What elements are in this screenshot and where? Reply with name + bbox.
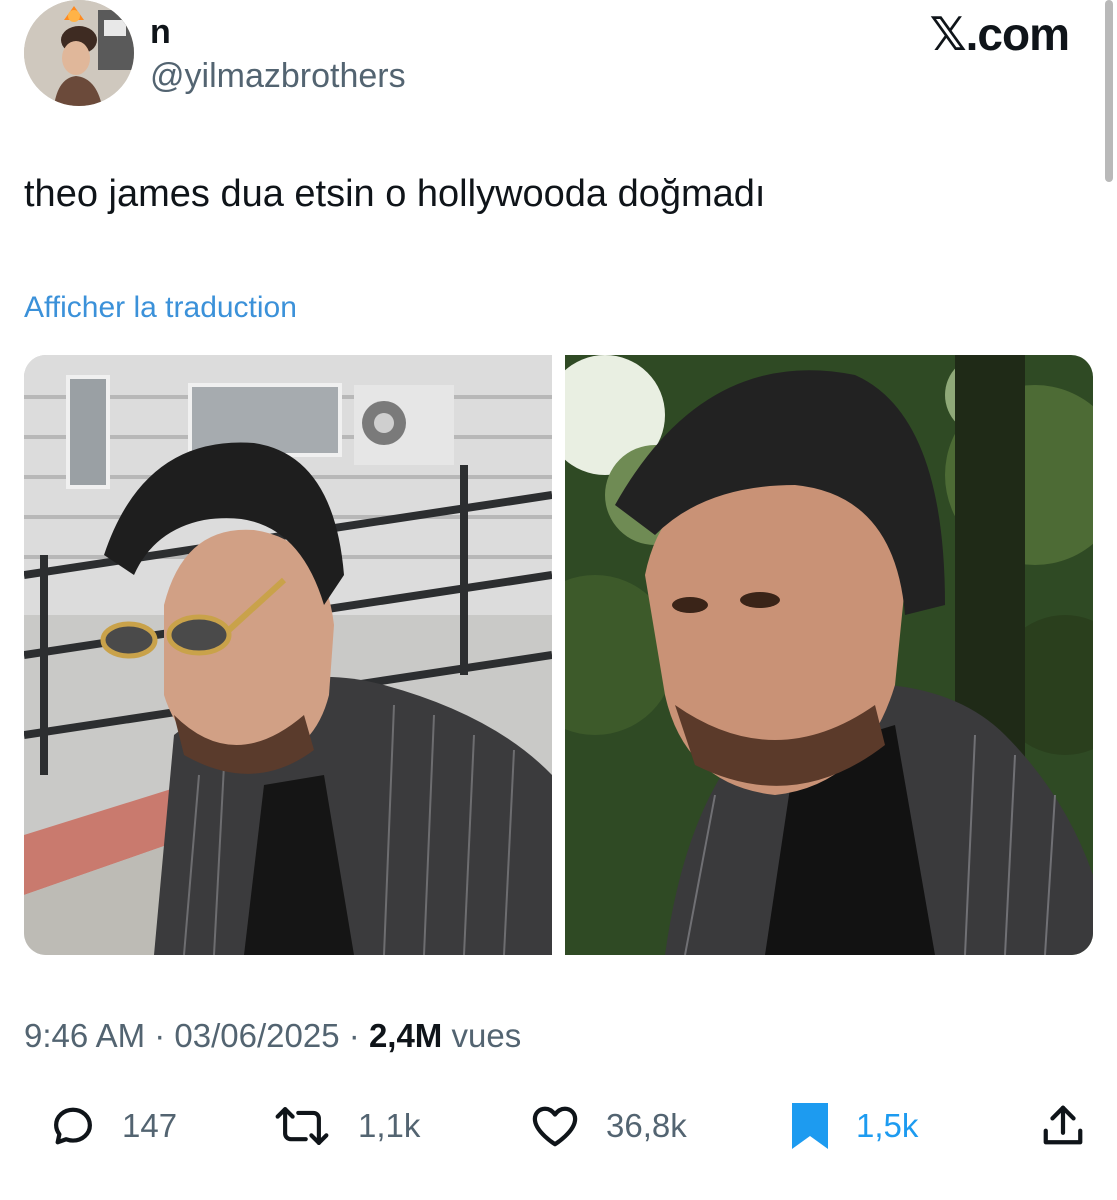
like-count: 36,8k	[606, 1107, 687, 1144]
views-label: vues	[451, 1017, 522, 1054]
scrollbar[interactable]	[1105, 0, 1113, 182]
reply-icon	[54, 1107, 92, 1145]
share-button[interactable]	[1040, 1098, 1086, 1154]
x-logo: 𝕏.com	[929, 8, 1070, 60]
tweet-photo-1[interactable]	[24, 355, 552, 955]
tweet-photo-2[interactable]	[565, 355, 1093, 955]
repost-button[interactable]: 1,1k	[272, 1098, 420, 1154]
tweet-meta: 9:46 AM · 03/06/2025 · 2,4M vues	[24, 1014, 521, 1058]
bookmark-count: 1,5k	[856, 1107, 919, 1144]
avatar-image	[24, 0, 134, 106]
user-handle[interactable]: @yilmazbrothers	[150, 56, 406, 96]
translate-link[interactable]: Afficher la traduction	[24, 290, 297, 326]
repost-count: 1,1k	[358, 1107, 421, 1144]
bookmark-icon	[792, 1103, 828, 1149]
photo-1-image	[24, 355, 552, 955]
reply-button[interactable]: 147	[50, 1098, 177, 1154]
action-bar: 147 1,1k 36,8k 1,5k	[0, 1092, 1117, 1162]
repost-icon	[275, 1107, 329, 1145]
display-name[interactable]: n	[150, 12, 171, 52]
heart-icon	[532, 1106, 578, 1147]
avatar[interactable]	[24, 0, 134, 106]
meta-separator: ·	[154, 1017, 166, 1054]
tweet-text: theo james dua etsin o hollywooda doğmad…	[24, 173, 766, 215]
tweet-date[interactable]: 03/06/2025	[174, 1017, 339, 1054]
views-count: 2,4M	[368, 1017, 443, 1054]
tweet-time[interactable]: 9:46 AM	[24, 1017, 145, 1054]
like-button[interactable]: 36,8k	[530, 1098, 687, 1154]
share-icon	[1043, 1105, 1083, 1145]
meta-separator: ·	[348, 1017, 360, 1054]
bookmark-button[interactable]: 1,5k	[790, 1098, 918, 1154]
photo-2-image	[565, 355, 1093, 955]
reply-count: 147	[122, 1107, 178, 1144]
